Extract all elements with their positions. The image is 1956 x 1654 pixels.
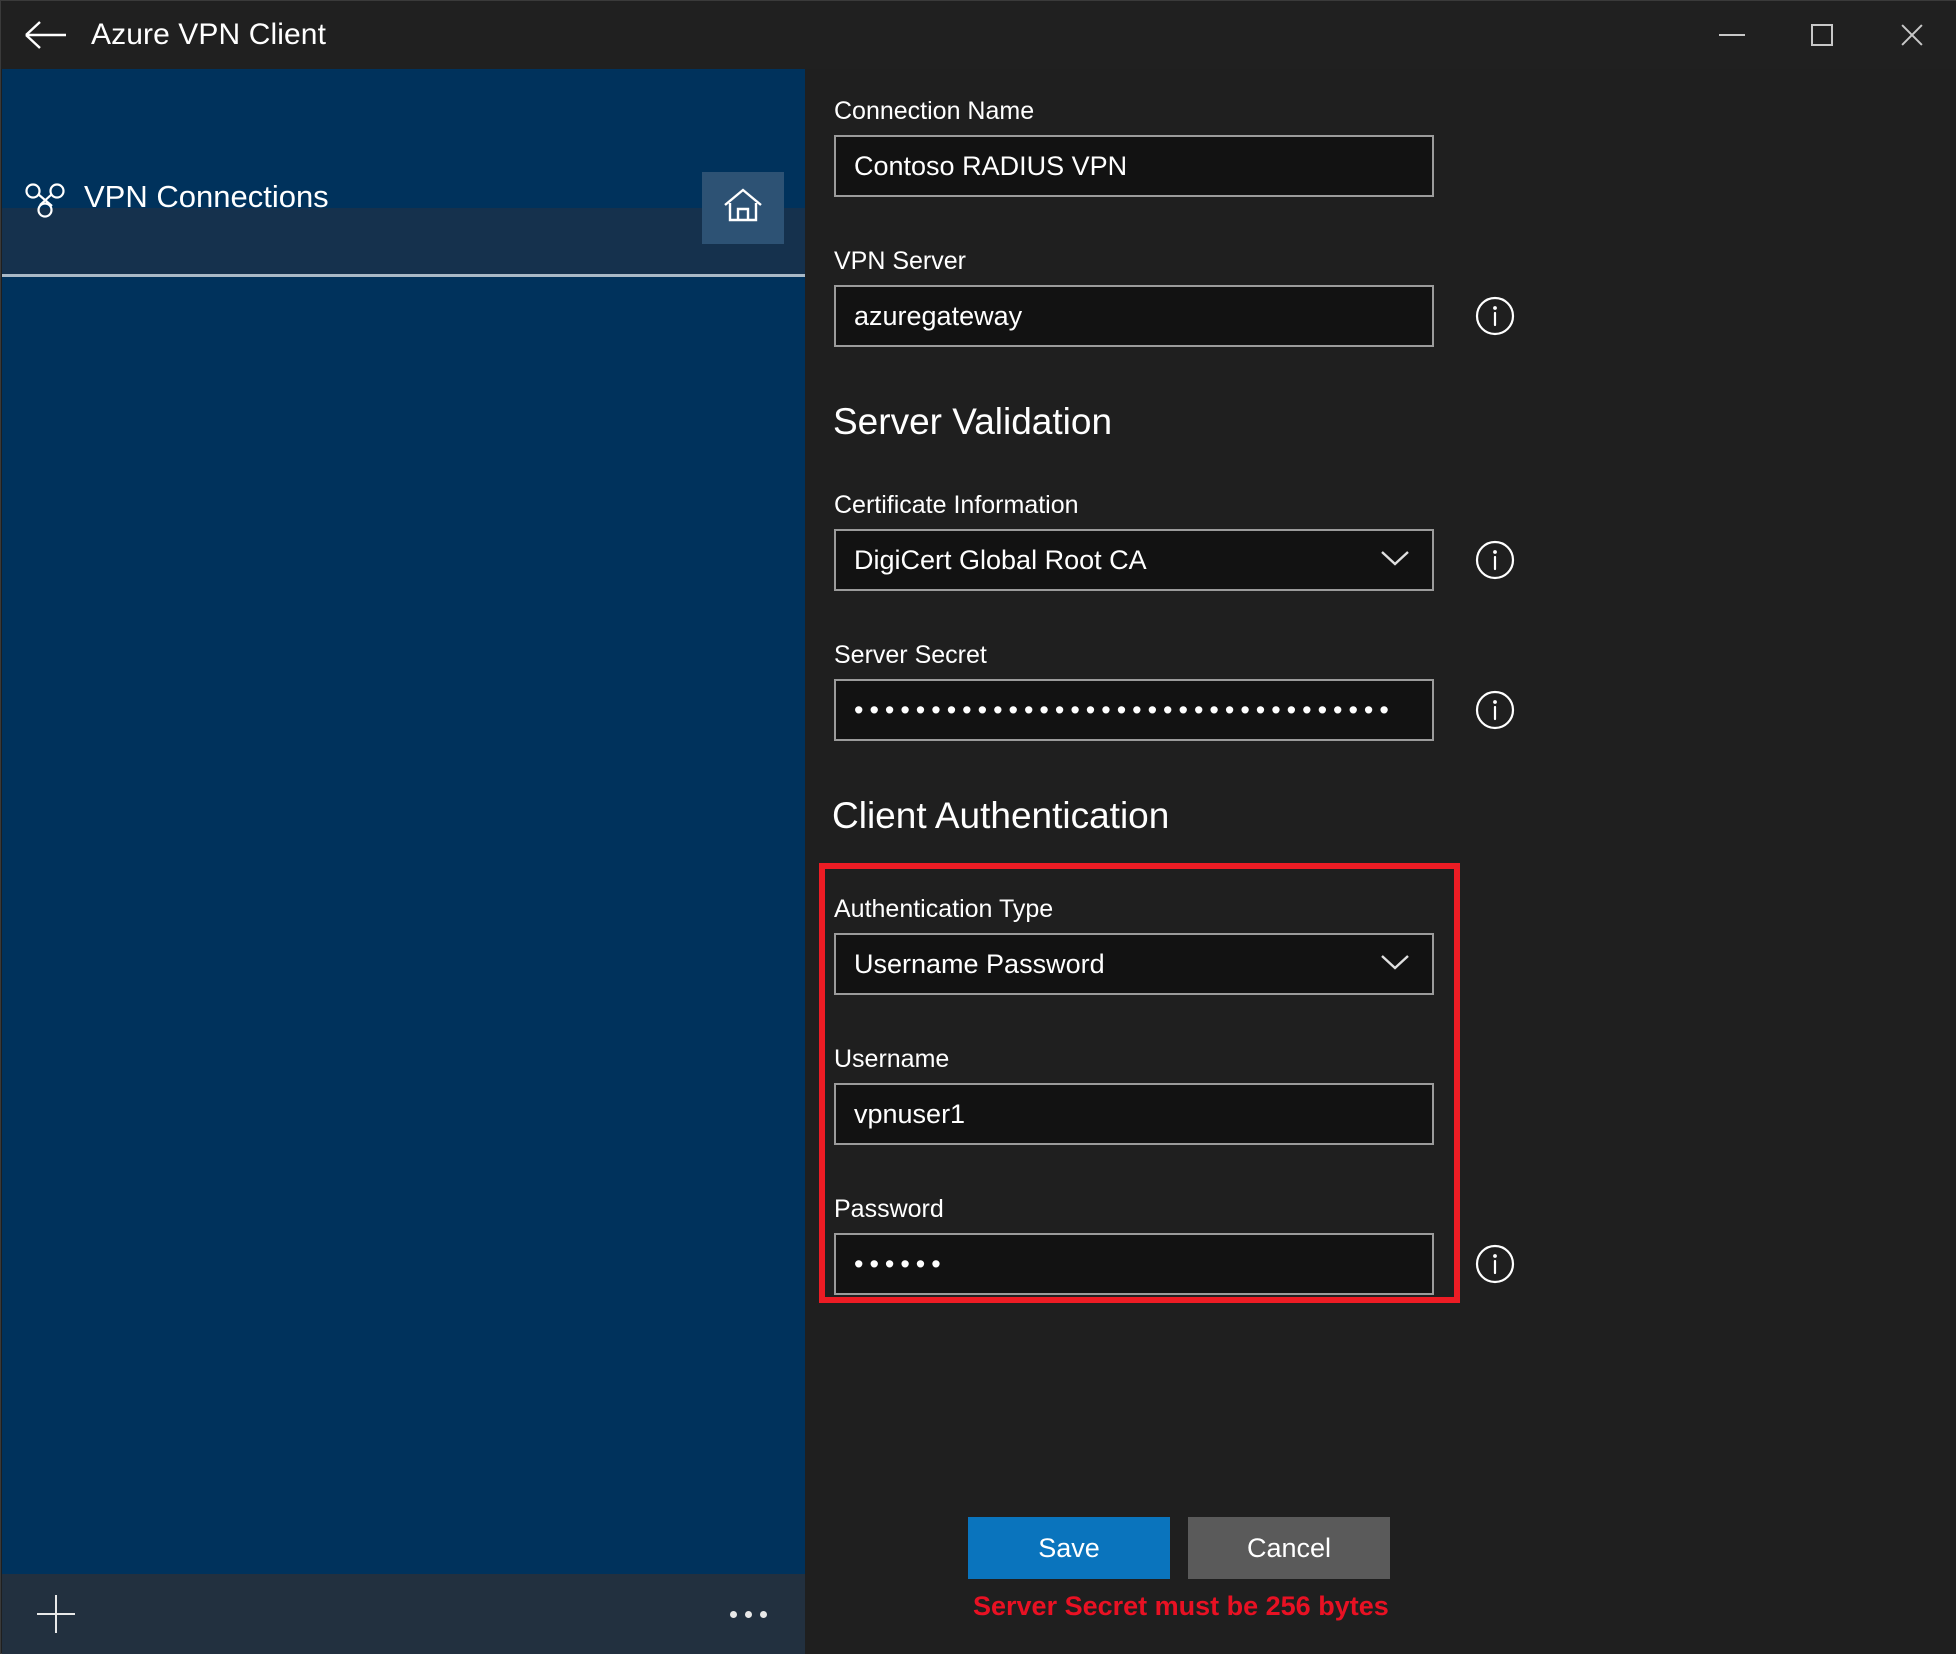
connection-settings-panel: Connection Name Contoso RADIUS VPN VPN S… — [805, 69, 1956, 1654]
more-options-icon — [730, 1611, 737, 1618]
home-icon — [721, 186, 765, 231]
vpn-server-value: azuregateway — [854, 301, 1022, 332]
server-secret-label: Server Secret — [834, 641, 987, 670]
close-icon — [1898, 21, 1926, 49]
add-connection-button[interactable] — [20, 1578, 92, 1650]
connection-name-label: Connection Name — [834, 97, 1034, 126]
minimize-button[interactable] — [1687, 1, 1777, 69]
chevron-down-icon — [1380, 549, 1410, 572]
more-options-icon — [760, 1611, 767, 1618]
back-arrow-icon — [24, 18, 68, 52]
vpn-connections-icon — [24, 182, 68, 218]
password-info-icon[interactable] — [1474, 1243, 1516, 1285]
certificate-information-dropdown[interactable]: DigiCert Global Root CA — [834, 529, 1434, 591]
username-label: Username — [834, 1045, 949, 1074]
certificate-information-info-icon[interactable] — [1474, 539, 1516, 581]
connection-name-value: Contoso RADIUS VPN — [854, 151, 1127, 182]
chevron-down-icon — [1380, 953, 1410, 976]
password-value: •••••• — [854, 1249, 947, 1280]
sidebar-footer — [2, 1574, 805, 1654]
maximize-button[interactable] — [1777, 1, 1867, 69]
window-title: Azure VPN Client — [91, 18, 326, 52]
close-button[interactable] — [1867, 1, 1956, 69]
vpn-server-info-icon[interactable] — [1474, 295, 1516, 337]
more-options-button[interactable] — [709, 1578, 787, 1650]
password-label: Password — [834, 1195, 944, 1224]
more-options-icon — [745, 1611, 752, 1618]
vpn-server-label: VPN Server — [834, 247, 966, 276]
server-validation-heading: Server Validation — [833, 401, 1112, 443]
authentication-type-dropdown[interactable]: Username Password — [834, 933, 1434, 995]
username-value: vpnuser1 — [854, 1099, 965, 1130]
server-secret-value: ••••••••••••••••••••••••••••••••••• — [854, 695, 1395, 726]
title-bar: Azure VPN Client — [1, 1, 1956, 69]
sidebar: VPN Connections — [2, 69, 805, 1654]
authentication-type-value: Username Password — [854, 949, 1105, 980]
client-authentication-heading: Client Authentication — [832, 795, 1169, 837]
home-button[interactable] — [702, 172, 784, 244]
certificate-information-label: Certificate Information — [834, 491, 1079, 520]
minimize-icon — [1719, 34, 1745, 36]
authentication-type-label: Authentication Type — [834, 895, 1053, 924]
vpn-connections-list — [2, 277, 805, 1654]
server-secret-info-icon[interactable] — [1474, 689, 1516, 731]
validation-error-message: Server Secret must be 256 bytes — [973, 1591, 1389, 1622]
sidebar-item-vpn-connections[interactable]: VPN Connections — [84, 179, 329, 215]
save-button[interactable]: Save — [968, 1517, 1170, 1579]
plus-icon — [37, 1595, 75, 1633]
server-secret-input[interactable]: ••••••••••••••••••••••••••••••••••• — [834, 679, 1434, 741]
sidebar-header: VPN Connections — [2, 69, 805, 208]
password-input[interactable]: •••••• — [834, 1233, 1434, 1295]
window-controls — [1687, 1, 1956, 69]
username-input[interactable]: vpnuser1 — [834, 1083, 1434, 1145]
maximize-icon — [1811, 24, 1833, 46]
cancel-button[interactable]: Cancel — [1188, 1517, 1390, 1579]
azure-vpn-client-window: Azure VPN Client VPN Co — [0, 0, 1956, 1654]
vpn-server-input[interactable]: azuregateway — [834, 285, 1434, 347]
back-button[interactable] — [15, 9, 77, 61]
connection-name-input[interactable]: Contoso RADIUS VPN — [834, 135, 1434, 197]
certificate-information-value: DigiCert Global Root CA — [854, 545, 1147, 576]
